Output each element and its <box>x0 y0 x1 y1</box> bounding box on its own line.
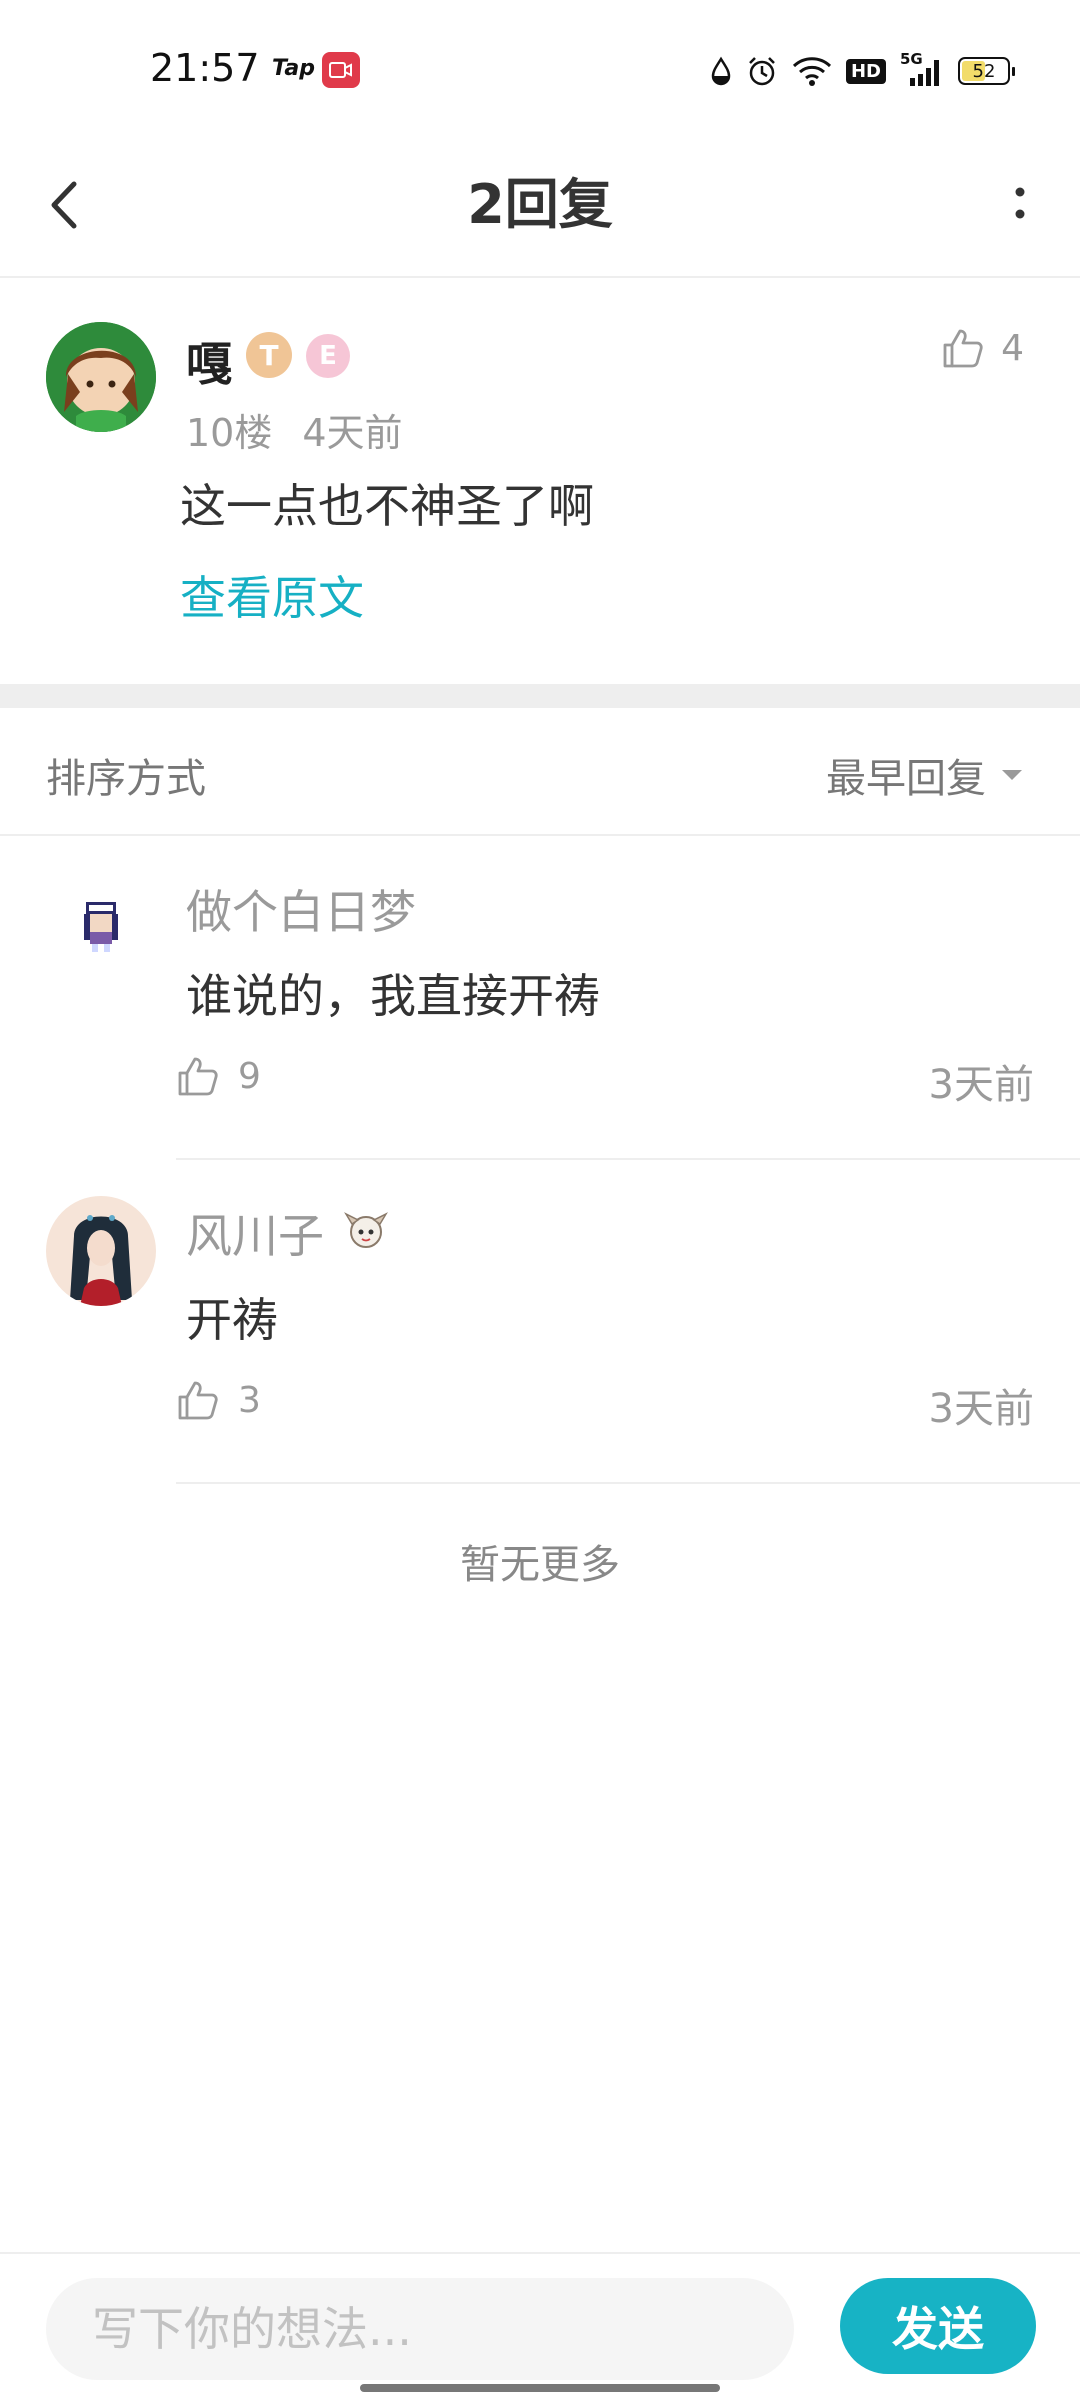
network-type: 5G <box>900 50 923 68</box>
original-like-button[interactable]: 4 <box>941 326 1024 370</box>
reply-text: 谁说的，我直接开祷 <box>186 969 600 1023</box>
wifi-icon <box>792 56 832 86</box>
sort-selected-value: 最早回复 <box>826 756 986 802</box>
home-indicator[interactable] <box>360 2384 720 2392</box>
mascot-badge-icon <box>342 1206 390 1254</box>
drop-icon <box>710 56 732 86</box>
reply-like-count: 3 <box>238 1379 261 1421</box>
e-badge-icon: E <box>306 334 350 378</box>
tap-app-icon: Tap <box>272 56 315 81</box>
status-time: 21:57 <box>150 46 260 90</box>
battery-indicator: 52 <box>958 57 1015 85</box>
view-original-link[interactable]: 查看原文 <box>180 562 364 628</box>
reply-author-name[interactable]: 风川子 <box>186 1200 324 1266</box>
status-icons: HD 5G 52 <box>710 50 1015 90</box>
reply-author-avatar[interactable] <box>46 1196 156 1306</box>
battery-tip <box>1012 67 1015 76</box>
sort-dropdown[interactable]: 最早回复 <box>826 746 1024 804</box>
original-comment-text: 这一点也不神圣了啊 <box>180 479 594 533</box>
reply-item: 做个白日梦 谁说的，我直接开祷 9 3天前 <box>0 836 1080 1160</box>
reply-text: 开祷 <box>186 1293 278 1347</box>
level-badge-icon: T <box>246 332 292 378</box>
comment-composer: 发送 <box>0 2252 1080 2400</box>
more-vertical-icon <box>1015 187 1025 219</box>
thumbs-up-icon <box>943 329 983 368</box>
battery-level: 52 <box>972 60 996 82</box>
signal-icon: 5G <box>900 50 944 86</box>
sort-label: 排序方式 <box>46 756 206 802</box>
thumbs-up-icon <box>178 1057 218 1096</box>
top-navigation: 2回复 <box>0 130 1080 278</box>
send-button[interactable]: 发送 <box>840 2278 1036 2374</box>
hd-badge: HD <box>845 58 886 84</box>
reply-time: 3天前 <box>928 1386 1034 1432</box>
reply-author-name[interactable]: 做个白日梦 <box>186 876 416 942</box>
alarm-icon <box>746 55 778 87</box>
more-options-button[interactable] <box>1000 174 1040 234</box>
comment-input[interactable] <box>46 2278 794 2380</box>
status-bar: 21:57 Tap HD 5G 52 <box>0 0 1080 130</box>
reply-divider <box>176 1482 1080 1484</box>
reply-like-button[interactable]: 9 <box>176 1054 261 1098</box>
screen-record-icon <box>322 52 360 88</box>
reply-time: 3天前 <box>928 1062 1034 1108</box>
caret-down-icon <box>1002 770 1022 780</box>
reply-item: 风川子 开祷 3 3天前 <box>0 1160 1080 1484</box>
floor-number: 10楼 <box>186 411 273 455</box>
no-more-text: 暂无更多 <box>460 1542 620 1588</box>
original-comment-meta: 10楼 4天前 <box>186 402 403 457</box>
sort-bar: 排序方式 最早回复 <box>0 708 1080 836</box>
section-separator <box>0 684 1080 708</box>
page-title: 2回复 <box>467 173 613 236</box>
thumbs-up-icon <box>178 1381 218 1420</box>
original-comment-time: 4天前 <box>302 411 403 455</box>
reply-like-count: 9 <box>238 1055 261 1097</box>
reply-detail-page: 21:57 Tap HD 5G 52 2回复 嘎 T E 10楼 4天前 这一点… <box>0 0 1080 2400</box>
original-comment: 嘎 T E 10楼 4天前 这一点也不神圣了啊 查看原文 4 <box>0 278 1080 684</box>
original-author-name[interactable]: 嘎 <box>186 328 232 394</box>
reply-like-button[interactable]: 3 <box>176 1378 261 1422</box>
original-like-count: 4 <box>1001 327 1024 369</box>
reply-author-avatar[interactable] <box>46 872 156 982</box>
original-author-avatar[interactable] <box>46 322 156 432</box>
